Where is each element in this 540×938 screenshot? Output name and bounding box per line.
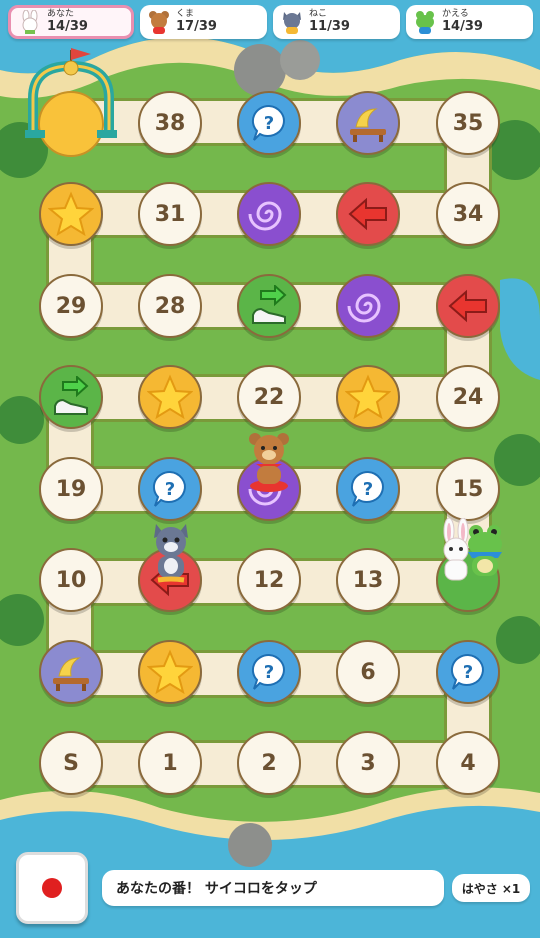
board-tile-question[interactable]: ? (237, 640, 301, 704)
board-tile-12[interactable]: 12 (237, 548, 301, 612)
board-tile-star[interactable] (138, 640, 202, 704)
board-tile-question[interactable]: ? (436, 640, 500, 704)
player-chip-bear: くま 17/39 (140, 5, 267, 39)
board-tile-6[interactable]: 6 (336, 640, 400, 704)
vortex-icon (347, 293, 381, 323)
frog-token (468, 525, 502, 576)
board-tile-rest[interactable] (39, 640, 103, 704)
board-tile-28[interactable]: 28 (138, 274, 202, 338)
board-tile-19[interactable]: 19 (39, 457, 103, 521)
svg-text:?: ? (463, 662, 473, 683)
dice-button[interactable] (16, 852, 88, 924)
board-tile-back-arrow[interactable] (436, 274, 500, 338)
question-bubble-icon: ? (251, 653, 285, 690)
board-tile-question[interactable]: ? (138, 457, 202, 521)
cat-token (154, 524, 188, 583)
board-tile-10[interactable]: 10 (39, 548, 103, 612)
turn-message: あなたの番！ サイコロをタップ (102, 870, 444, 906)
dice-pip-icon (42, 878, 62, 898)
board-tile-star[interactable] (138, 365, 202, 429)
star-icon (147, 649, 193, 695)
vortex-icon (248, 201, 282, 231)
player-chip-frog: かえる 14/39 (406, 5, 533, 39)
question-bubble-icon: ? (152, 470, 186, 507)
star-icon (345, 374, 391, 420)
bear-token (249, 433, 289, 492)
board-tile-question[interactable]: ? (237, 91, 301, 155)
question-bubble-icon: ? (450, 653, 484, 690)
svg-text:?: ? (264, 113, 274, 134)
board-tile-38[interactable]: 38 (138, 91, 202, 155)
player-progress: 14/39 (47, 18, 88, 34)
arrow-left-icon (448, 289, 487, 323)
board-tile-15[interactable]: 15 (436, 457, 500, 521)
board-tile-back-arrow[interactable] (336, 182, 400, 246)
board-tile-29[interactable]: 29 (39, 274, 103, 338)
bear-icon (149, 11, 169, 34)
svg-text:?: ? (264, 662, 274, 683)
board-tile-star[interactable] (39, 182, 103, 246)
player-progress: 11/39 (309, 18, 350, 34)
moon-bench-icon (53, 657, 89, 691)
speed-toggle-button[interactable]: はやさ ×1 (452, 874, 530, 902)
star-icon (48, 191, 94, 237)
svg-text:?: ? (363, 479, 373, 500)
sneaker-arrow-icon (54, 376, 89, 415)
board-tile-star[interactable] (336, 365, 400, 429)
board-tile-rest[interactable] (336, 91, 400, 155)
game-scene: S 1 2 3 4 ? 6 ? 10 12 13 19 ? ? 15 22 24… (0, 0, 540, 938)
board-tile-13[interactable]: 13 (336, 548, 400, 612)
board-tile-2[interactable]: 2 (237, 731, 301, 795)
arrow-left-icon (348, 197, 387, 231)
board-tile-boost[interactable] (237, 274, 301, 338)
rabbit-icon (22, 10, 38, 34)
star-icon (147, 374, 193, 420)
board-tile-boost[interactable] (39, 365, 103, 429)
svg-text:?: ? (165, 479, 175, 500)
player-progress: 17/39 (176, 18, 217, 34)
board-tile-34[interactable]: 34 (436, 182, 500, 246)
sneaker-arrow-icon (252, 285, 287, 324)
board-tile-1[interactable]: 1 (138, 731, 202, 795)
moon-bench-icon (350, 108, 386, 142)
board-tile-22[interactable]: 22 (237, 365, 301, 429)
board-tile-vortex[interactable] (237, 182, 301, 246)
player-chip-rabbit: あなた 14/39 (8, 5, 134, 39)
player-chip-cat: ねこ 11/39 (273, 5, 400, 39)
board-tile-4[interactable]: 4 (436, 731, 500, 795)
goal-gate-icon (25, 48, 117, 138)
cat-icon (283, 12, 301, 34)
question-bubble-icon: ? (251, 104, 285, 141)
board-tile-3[interactable]: 3 (336, 731, 400, 795)
player-progress: 14/39 (442, 18, 483, 34)
board-tile-question[interactable]: ? (336, 457, 400, 521)
board-tile-vortex[interactable] (336, 274, 400, 338)
board-tile-35[interactable]: 35 (436, 91, 500, 155)
frog-icon (416, 11, 434, 34)
board-tile-31[interactable]: 31 (138, 182, 202, 246)
board-tile-24[interactable]: 24 (436, 365, 500, 429)
question-bubble-icon: ? (350, 470, 384, 507)
board-tile-start[interactable]: S (39, 731, 103, 795)
